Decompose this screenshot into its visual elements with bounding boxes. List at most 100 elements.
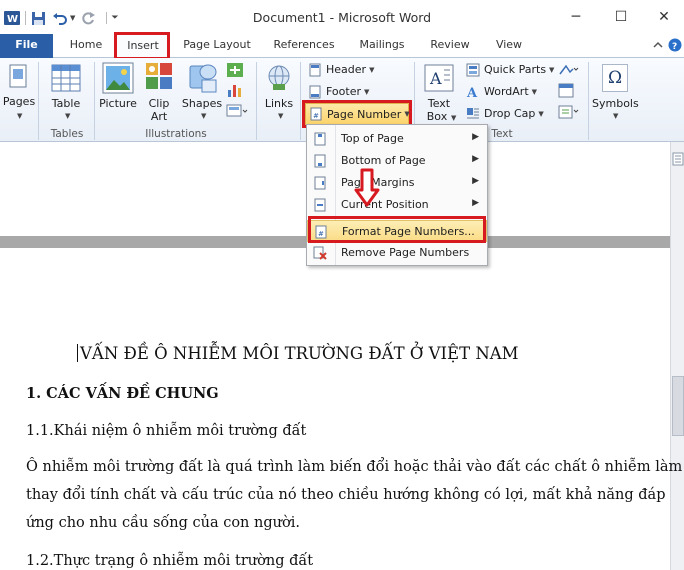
scroll-thumb[interactable] (672, 376, 684, 436)
annotation-arrow-icon (354, 168, 380, 207)
format-page-numbers-icon: # (315, 225, 327, 239)
menu-item-page-margins[interactable]: Page Margins ▶ (307, 172, 487, 194)
word-logo-icon: W (4, 11, 20, 25)
footer-icon (309, 85, 321, 98)
wordart-label: WordArt (484, 85, 529, 98)
picture-button[interactable]: Picture (98, 60, 138, 126)
text-box-label-1: Text (427, 97, 451, 110)
menu-label-bottom-of-page: Bottom of Page (341, 154, 426, 167)
tab-review[interactable]: Review (424, 34, 476, 58)
help-icon[interactable]: ? (668, 38, 682, 52)
svg-text:W: W (7, 14, 18, 25)
wordart-button[interactable]: A WordArt ▼ (466, 82, 537, 101)
paragraph-line-3[interactable]: ứng cho nhu cầu sống của con người. (26, 515, 300, 531)
header-icon (309, 63, 321, 76)
tab-view[interactable]: View (488, 34, 530, 58)
subheading-1[interactable]: 1.1.Khái niệm ô nhiễm môi trường đất (26, 423, 306, 439)
vertical-scrollbar[interactable] (670, 142, 684, 570)
page-number-menu: Top of Page ▶ Bottom of Page ▶ Page Marg… (306, 124, 488, 266)
shapes-button[interactable]: Shapes ▼ (180, 60, 224, 126)
menu-item-current-position[interactable]: Current Position ▶ (307, 194, 487, 216)
tab-page-layout[interactable]: Page Layout (180, 34, 254, 58)
redo-icon[interactable] (81, 11, 96, 26)
text-box-button[interactable]: A Text Box ▼ (418, 60, 460, 126)
heading-1[interactable]: 1. CÁC VẤN ĐỀ CHUNG (26, 385, 219, 402)
tab-file[interactable]: File (0, 34, 53, 58)
tables-group-label: Tables (50, 128, 84, 140)
drop-cap-icon (467, 107, 479, 118)
links-label: Links (264, 97, 294, 110)
text-box-icon: A (424, 64, 454, 92)
screenshot-icon[interactable] (226, 104, 248, 118)
subheading-2[interactable]: 1.2.Thực trạng ô nhiễm môi trường đất (26, 553, 313, 569)
wordart-icon: A (466, 86, 478, 99)
smartart-icon[interactable] (226, 62, 244, 78)
ruler-toggle-icon[interactable] (672, 152, 684, 166)
symbols-label: Symbols (592, 97, 639, 110)
footer-button[interactable]: Footer ▼ (308, 82, 369, 101)
object-icon[interactable] (558, 104, 582, 120)
shapes-label: Shapes (181, 97, 223, 110)
quick-parts-label: Quick Parts (484, 63, 547, 76)
submenu-arrow-icon: ▶ (472, 198, 479, 208)
svg-text:A: A (429, 69, 442, 88)
links-button[interactable]: Links ▼ (260, 60, 298, 126)
menu-item-bottom-of-page[interactable]: Bottom of Page ▶ (307, 150, 487, 172)
close-button[interactable]: ✕ (644, 6, 684, 28)
quick-parts-icon (466, 63, 480, 76)
undo-dropdown-icon[interactable]: ▼ (70, 14, 75, 22)
page-margins-icon (314, 176, 326, 190)
quick-access-toolbar: W ▼ ⏷ (4, 9, 119, 27)
header-label: Header (326, 63, 367, 76)
svg-text:A: A (466, 86, 478, 99)
signature-line-icon[interactable] (558, 62, 582, 78)
customize-toolbar-icon[interactable]: ⏷ (111, 13, 118, 23)
tab-references[interactable]: References (268, 34, 340, 58)
menu-label-top-of-page: Top of Page (341, 132, 404, 145)
tab-home[interactable]: Home (62, 34, 110, 58)
menu-item-remove-page-numbers[interactable]: Remove Page Numbers (307, 242, 487, 264)
menu-item-format-page-numbers[interactable]: # Format Page Numbers... (307, 220, 487, 242)
menu-label-remove-page-numbers: Remove Page Numbers (341, 246, 470, 259)
svg-text:#: # (318, 230, 324, 238)
links-icon (268, 65, 290, 90)
pages-icon (9, 64, 27, 88)
tab-mailings[interactable]: Mailings (352, 34, 412, 58)
clip-art-button[interactable]: Clip Art (140, 60, 178, 126)
chart-icon[interactable] (226, 82, 244, 98)
shapes-icon (189, 64, 217, 93)
omega-icon: Ω (602, 64, 628, 92)
document-title[interactable]: VẤN ĐỀ Ô NHIỄM MÔI TRƯỜNG ĐẤT Ở VIỆT NAM (80, 344, 519, 363)
table-icon (51, 64, 81, 92)
paragraph-line-1[interactable]: Ô nhiễm môi trường đất là quá trình làm … (26, 459, 682, 475)
illustrations-group-label: Illustrations (145, 128, 207, 140)
svg-text:?: ? (672, 42, 677, 52)
top-of-page-icon (314, 132, 326, 146)
maximize-button[interactable]: ☐ (601, 6, 641, 28)
symbols-button[interactable]: Ω Symbols ▼ (592, 60, 639, 126)
footer-label: Footer (326, 85, 361, 98)
paragraph-line-2[interactable]: thay đổi tính chất và cấu trúc của nó th… (26, 487, 666, 503)
pages-button[interactable]: Pages ▼ (2, 60, 36, 126)
undo-icon[interactable] (52, 11, 68, 26)
menu-item-top-of-page[interactable]: Top of Page ▶ (307, 128, 487, 150)
date-time-icon[interactable] (558, 82, 574, 98)
minimize-button[interactable]: ─ (556, 6, 596, 28)
page-number-icon: # (310, 107, 322, 121)
drop-cap-button[interactable]: Drop Cap ▼ (466, 104, 544, 123)
bottom-of-page-icon (314, 154, 326, 168)
page-number-button[interactable]: # Page Number ▼ (305, 103, 410, 125)
current-position-icon (314, 198, 326, 212)
submenu-arrow-icon: ▶ (472, 176, 479, 186)
minimize-ribbon-icon[interactable] (652, 39, 664, 51)
submenu-arrow-icon: ▶ (472, 154, 479, 164)
quick-parts-button[interactable]: Quick Parts ▼ (466, 60, 554, 79)
header-button[interactable]: Header ▼ (308, 60, 374, 79)
svg-text:#: # (313, 112, 319, 120)
tab-insert[interactable]: Insert (116, 34, 170, 59)
table-button[interactable]: Table ▼ (44, 60, 88, 126)
pages-label: Pages (2, 95, 36, 108)
submenu-arrow-icon: ▶ (472, 132, 479, 142)
save-icon[interactable] (31, 11, 46, 26)
drop-cap-label: Drop Cap (484, 107, 536, 120)
